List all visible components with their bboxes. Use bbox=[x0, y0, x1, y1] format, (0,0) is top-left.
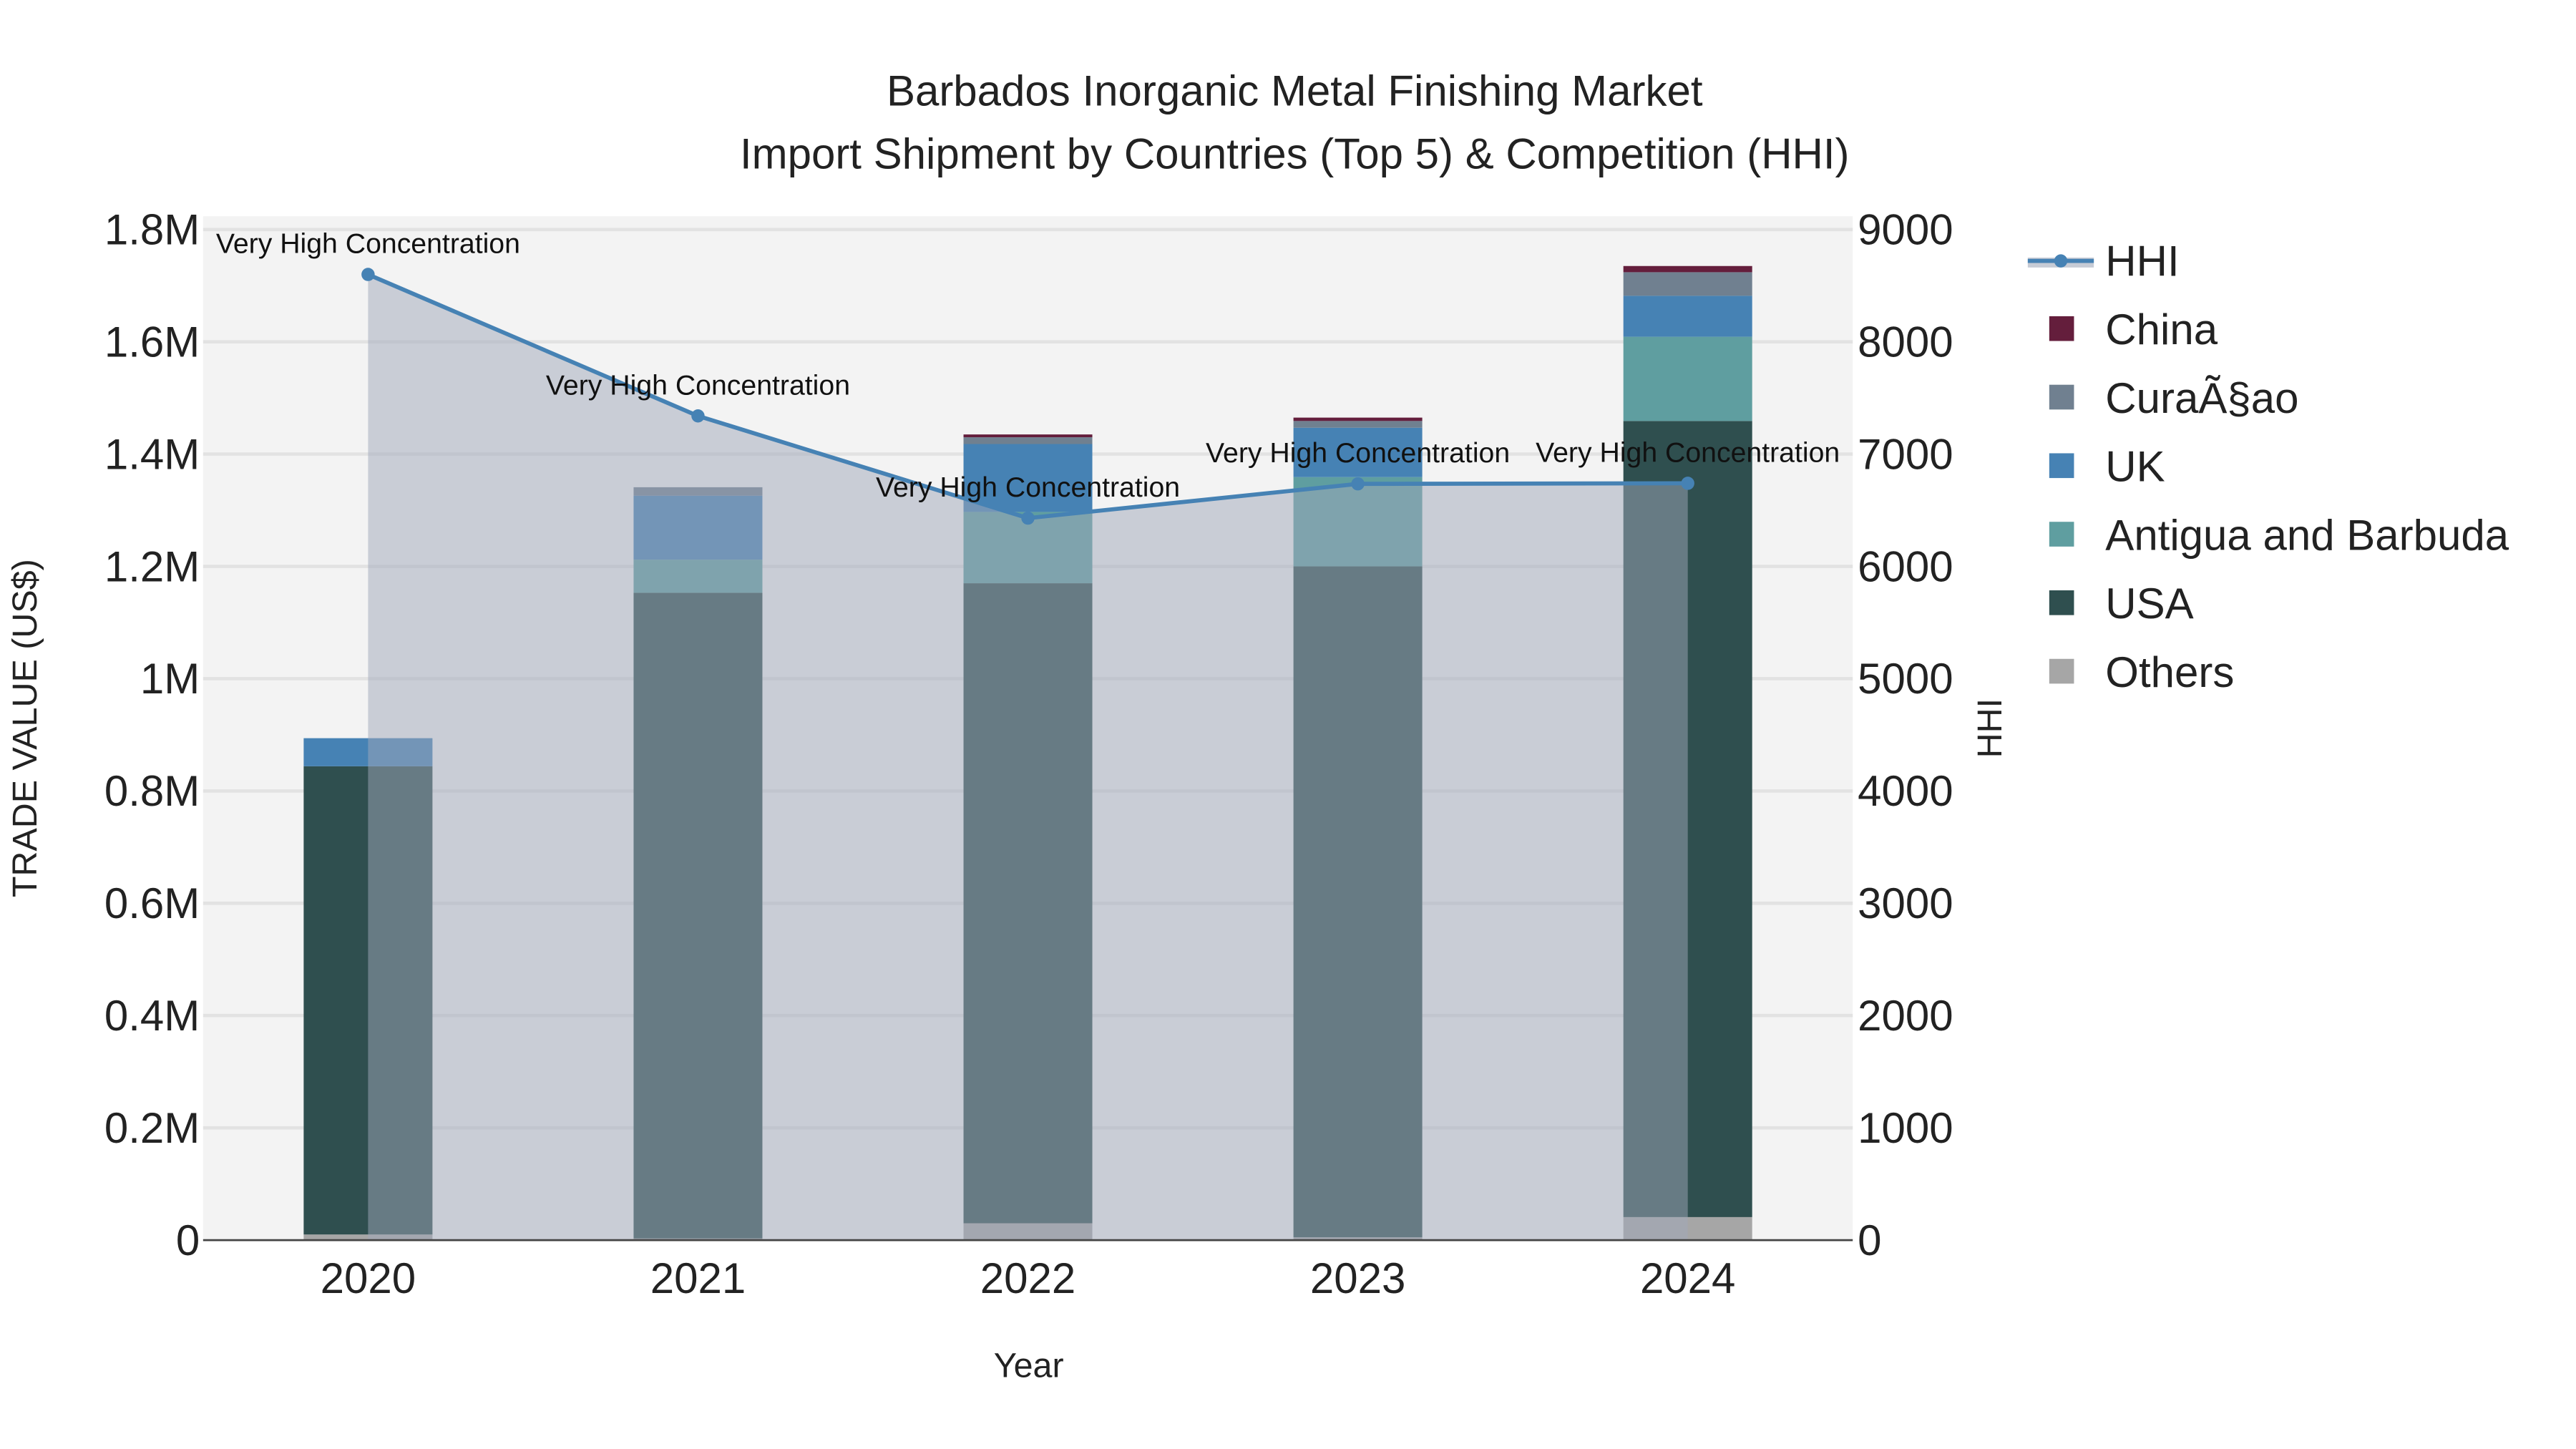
legend-label: USA bbox=[2105, 580, 2193, 628]
legend-label: Antigua and Barbuda bbox=[2105, 511, 2509, 559]
legend-swatch bbox=[2049, 384, 2074, 410]
legend-swatch bbox=[2049, 658, 2074, 684]
chart: Barbados Inorganic Metal Finishing Marke… bbox=[6, 67, 2509, 1385]
x-tick-label: 2022 bbox=[980, 1254, 1075, 1302]
hhi-annotation: Very High Concentration bbox=[1206, 437, 1510, 469]
chart-title-line1: Barbados Inorganic Metal Finishing Marke… bbox=[887, 67, 1703, 115]
hhi-point-2020 bbox=[361, 268, 375, 281]
x-tick-label: 2020 bbox=[321, 1254, 416, 1302]
y2-tick-label: 6000 bbox=[1858, 542, 1953, 590]
y-tick-label: 1M bbox=[140, 655, 200, 703]
hhi-point-2022 bbox=[1021, 511, 1035, 525]
y-tick-label: 0 bbox=[176, 1216, 200, 1264]
y2-tick-label: 3000 bbox=[1858, 879, 1953, 927]
x-tick-label: 2023 bbox=[1310, 1254, 1405, 1302]
hhi-annotation: Very High Concentration bbox=[546, 369, 850, 401]
y-tick-label: 1.4M bbox=[104, 430, 200, 478]
hhi-point-2021 bbox=[691, 409, 705, 423]
legend-hhi-marker bbox=[2054, 254, 2068, 268]
legend-label: Others bbox=[2105, 648, 2234, 696]
y-tick-label: 0.8M bbox=[104, 767, 200, 815]
bar-antigua-and-barbuda-2024 bbox=[1623, 336, 1752, 421]
x-tick-label: 2021 bbox=[650, 1254, 746, 1302]
y2-tick-label: 7000 bbox=[1858, 430, 1953, 478]
legend-label: China bbox=[2105, 306, 2218, 353]
bar-cura-ao-2022 bbox=[963, 437, 1093, 444]
bar-cura-ao-2024 bbox=[1623, 272, 1752, 296]
legend-swatch bbox=[2049, 522, 2074, 547]
x-tick-label: 2024 bbox=[1640, 1254, 1735, 1302]
y-tick-label: 1.2M bbox=[104, 542, 200, 590]
y-tick-label: 1.8M bbox=[104, 206, 200, 254]
hhi-annotation: Very High Concentration bbox=[876, 472, 1180, 503]
hhi-annotation: Very High Concentration bbox=[216, 228, 520, 260]
y2-tick-label: 8000 bbox=[1858, 318, 1953, 366]
chart-title-line2: Import Shipment by Countries (Top 5) & C… bbox=[740, 130, 1850, 177]
legend-label: UK bbox=[2105, 443, 2165, 491]
bar-cura-ao-2023 bbox=[1293, 421, 1423, 428]
legend-swatch bbox=[2049, 316, 2074, 341]
legend-swatch bbox=[2049, 453, 2074, 479]
legend-label: HHI bbox=[2105, 237, 2179, 285]
y-tick-label: 1.6M bbox=[104, 318, 200, 366]
y2-tick-label: 5000 bbox=[1858, 655, 1953, 703]
y2-tick-label: 1000 bbox=[1858, 1104, 1953, 1152]
hhi-point-2024 bbox=[1681, 477, 1694, 490]
x-axis-label: Year bbox=[994, 1347, 1064, 1385]
bar-uk-2024 bbox=[1623, 296, 1752, 337]
hhi-point-2023 bbox=[1351, 477, 1365, 491]
y2-tick-label: 2000 bbox=[1858, 992, 1953, 1040]
bar-china-2022 bbox=[963, 434, 1093, 438]
hhi-annotation: Very High Concentration bbox=[1536, 436, 1840, 468]
y-tick-label: 0.4M bbox=[104, 992, 200, 1040]
y2-tick-label: 9000 bbox=[1858, 206, 1953, 254]
y2-axis-label: HHI bbox=[1971, 698, 2009, 758]
y2-tick-label: 0 bbox=[1858, 1216, 1881, 1264]
legend-label: CuraÃ§ao bbox=[2105, 374, 2298, 422]
bar-china-2024 bbox=[1623, 265, 1752, 273]
y-axis-label: TRADE VALUE (US$) bbox=[6, 559, 44, 897]
y-tick-label: 0.6M bbox=[104, 879, 200, 927]
y-tick-label: 0.2M bbox=[104, 1104, 200, 1152]
bar-china-2023 bbox=[1293, 417, 1423, 421]
legend-swatch bbox=[2049, 590, 2074, 615]
y2-tick-label: 4000 bbox=[1858, 767, 1953, 815]
